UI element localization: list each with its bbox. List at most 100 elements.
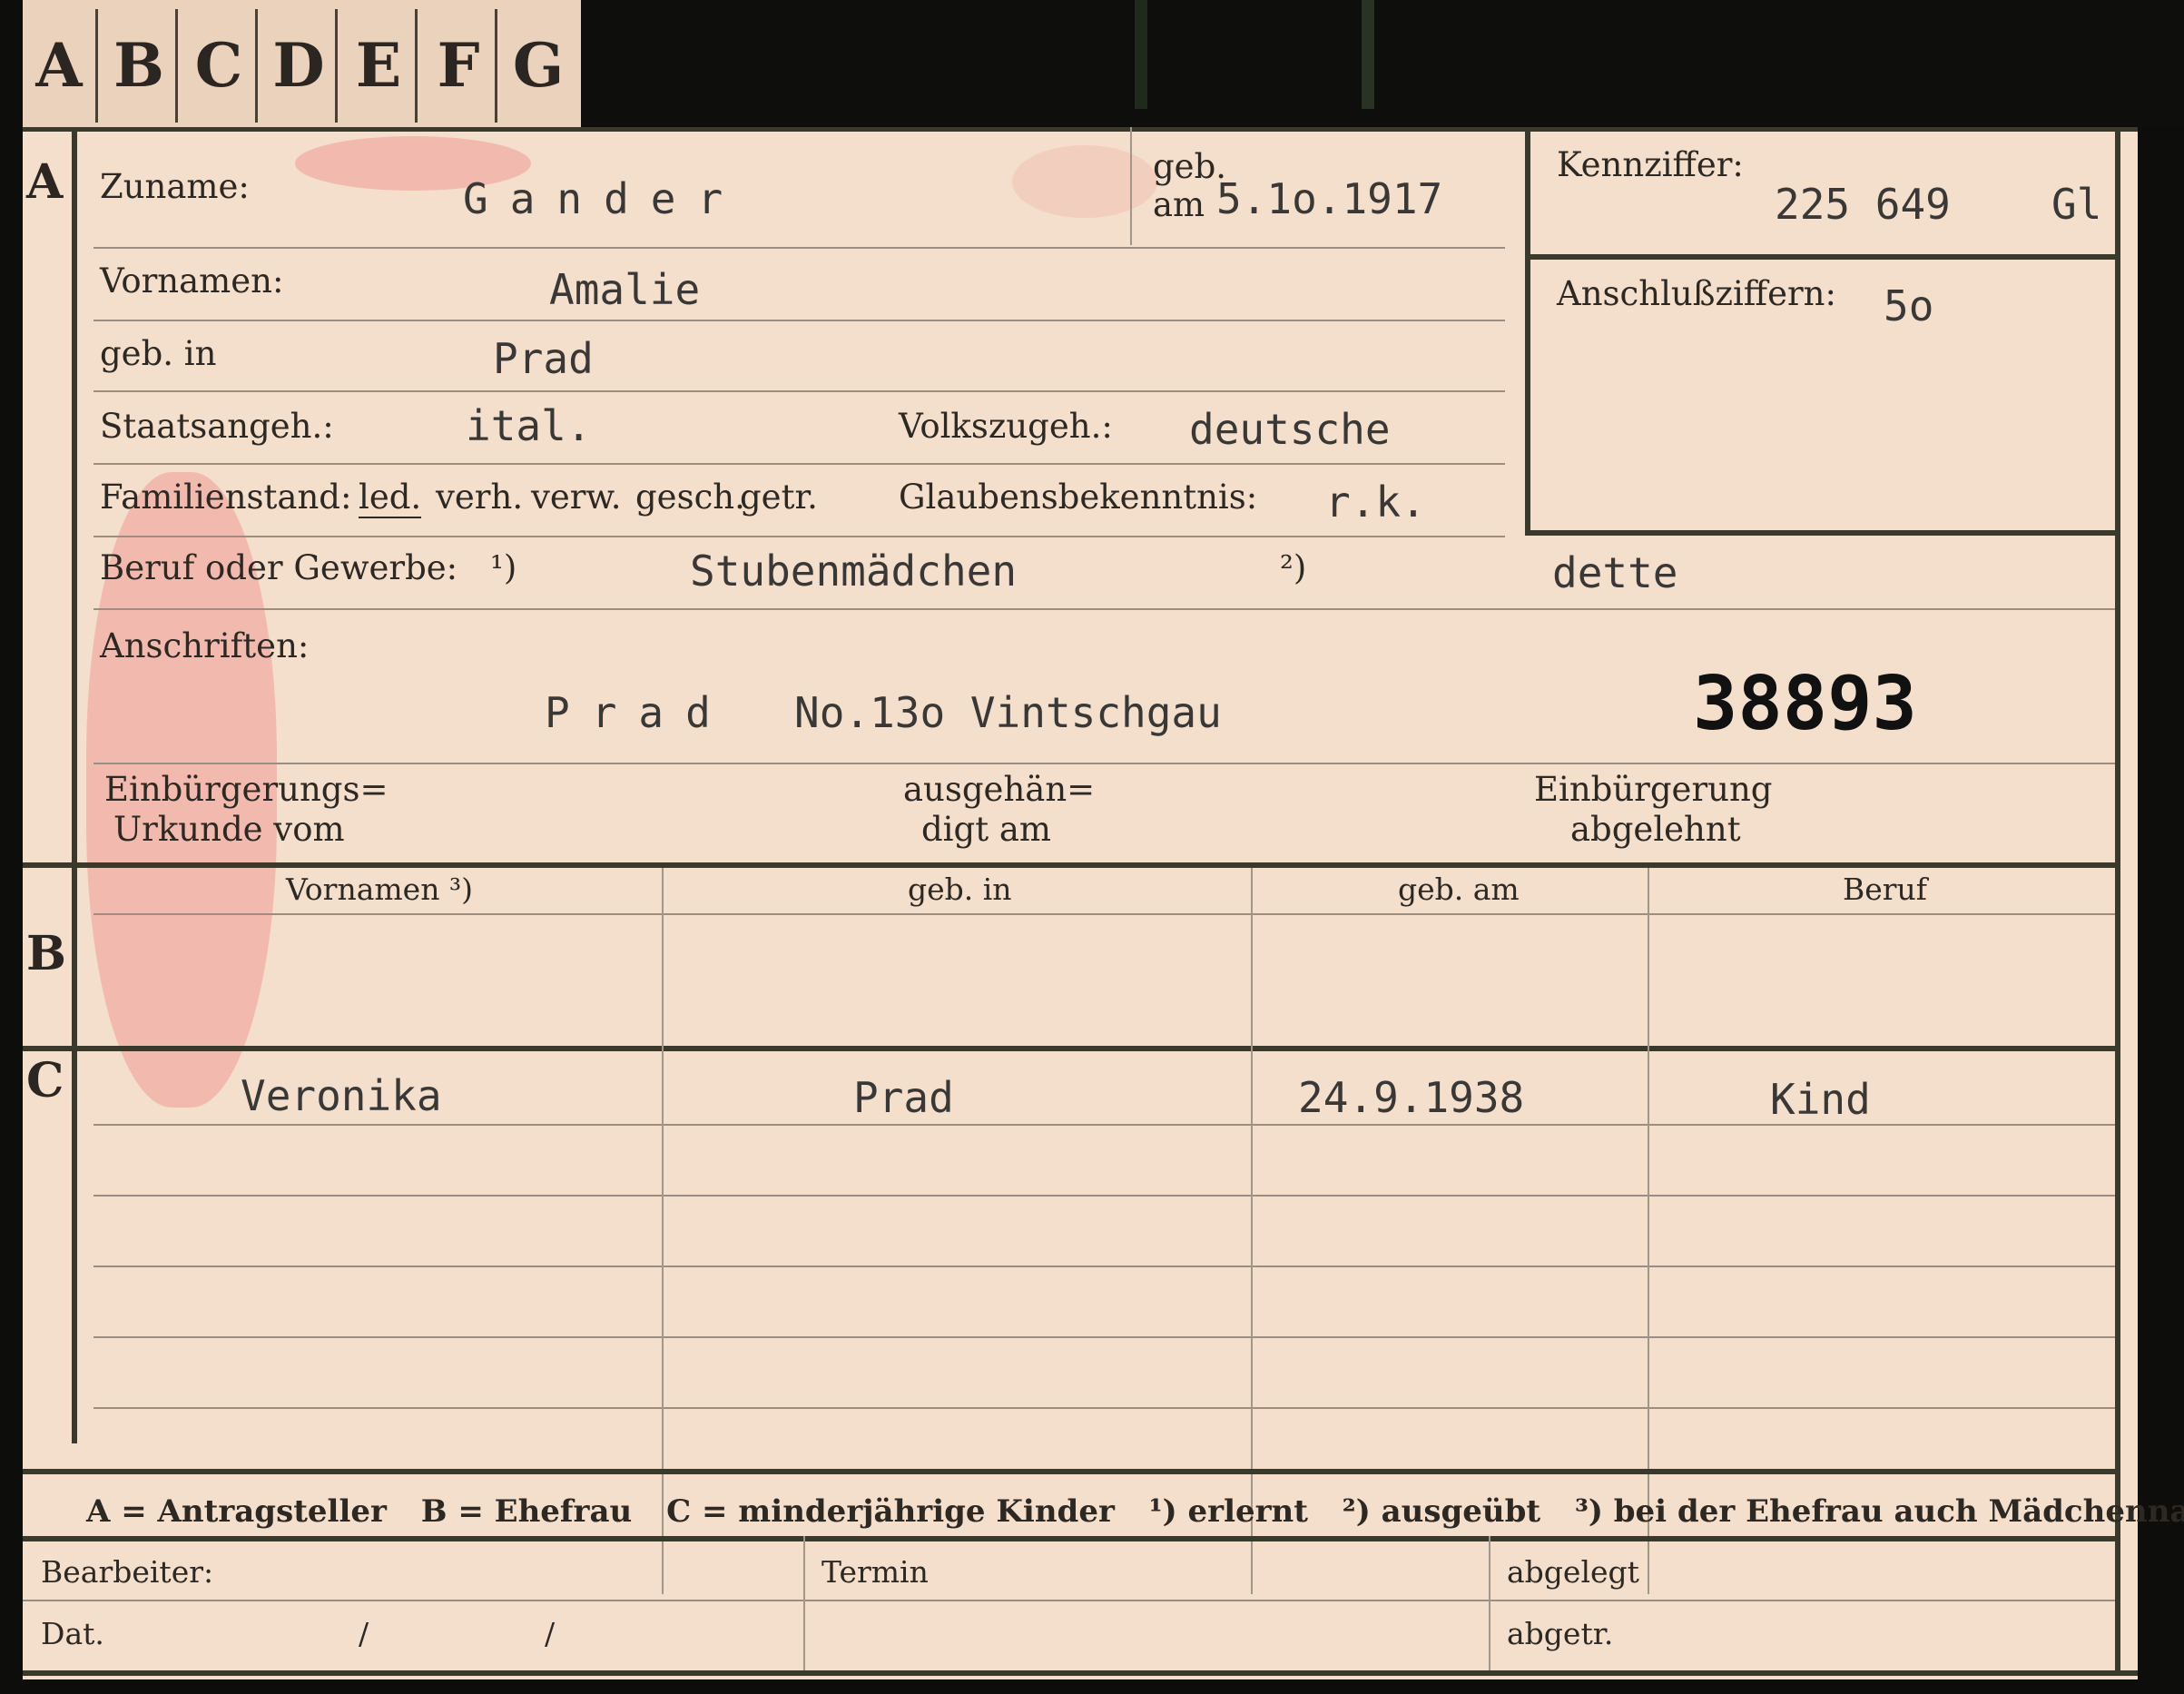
stain <box>1012 145 1157 218</box>
kennziffer-box-border <box>1525 127 1530 536</box>
ausgehaendigt-label-l1: ausgehän= <box>903 770 1096 809</box>
anschrift-ort: Prad <box>545 688 733 737</box>
rule <box>23 1600 2115 1601</box>
beruf-label: Beruf oder Gewerbe: <box>100 548 458 587</box>
child-gebin: Prad <box>853 1073 954 1122</box>
geb-label: geb. <box>1153 147 1227 186</box>
tab-e[interactable]: E <box>342 9 418 123</box>
child-beruf: Kind <box>1770 1075 1871 1124</box>
legend-item: ³) bei der Ehefrau auch Mädchenname <box>1574 1493 2184 1530</box>
legend-border <box>23 1536 2115 1541</box>
familienstand-option-verh: verh. <box>436 478 524 517</box>
background-stripe <box>1362 0 1374 109</box>
section-b-border <box>23 862 2115 868</box>
col-header-gebam: geb. am <box>1398 872 1520 907</box>
legend-item: B = Ehefrau <box>420 1493 633 1530</box>
col-divider <box>1648 868 1649 1594</box>
datum-separator: / <box>545 1616 556 1651</box>
abgetr-label: abgetr. <box>1507 1616 1614 1651</box>
stamp-number: 38893 <box>1693 661 1917 747</box>
familienstand-option-led: led. <box>359 478 422 518</box>
index-tabs: A B C D E F G <box>23 0 581 127</box>
kennziffer-box-divider <box>1525 254 2115 260</box>
rule <box>93 390 1505 392</box>
ausgehaendigt-label-l2: digt am <box>921 810 1051 849</box>
child-vornamen: Veronika <box>241 1071 442 1120</box>
section-b-letter: B <box>26 926 66 981</box>
legend: A = Antragsteller B = Ehefrau C = minder… <box>86 1493 2184 1530</box>
datum-separator: / <box>359 1616 369 1651</box>
legend-item: ²) ausgeübt <box>1342 1493 1541 1530</box>
familienstand-option-verw: verw. <box>531 478 622 517</box>
col-divider <box>1251 868 1253 1594</box>
section-c-border <box>23 1046 2115 1051</box>
tab-d[interactable]: D <box>262 9 338 123</box>
vornamen-label: Vornamen: <box>100 261 284 300</box>
vornamen-value: Amalie <box>549 265 701 314</box>
background-stripe <box>1135 0 1147 109</box>
rule <box>93 913 2115 915</box>
tab-g[interactable]: G <box>502 9 575 123</box>
rule <box>93 320 1505 321</box>
divider <box>1130 127 1132 245</box>
col-divider <box>662 868 664 1594</box>
col-header-vornamen: Vornamen ³) <box>286 872 474 907</box>
glauben-value: r.k. <box>1325 478 1426 527</box>
kennziffer-suffix: Gl <box>2051 180 2102 229</box>
legend-item: C = minderjährige Kinder <box>666 1493 1115 1530</box>
beruf-footnote-1: ¹) <box>490 548 517 587</box>
tab-c[interactable]: C <box>182 9 258 123</box>
staat-label: Staatsangeh.: <box>100 407 334 446</box>
glauben-label: Glaubensbekenntnis: <box>899 478 1258 517</box>
registration-card: A B C Kennziffer: 225 649 Gl Anschlußzif… <box>23 127 2138 1679</box>
kennziffer-value: 225 649 <box>1775 180 1951 229</box>
table-row-rule <box>93 1266 2115 1267</box>
frame-line <box>23 127 2138 132</box>
familienstand-option-getr: getr. <box>740 478 818 517</box>
tab-b[interactable]: B <box>103 9 178 123</box>
familienstand-label: Familienstand: <box>100 478 352 517</box>
einbuergerungsurkunde-label-l1: Einbürgerungs= <box>104 770 389 809</box>
col-header-gebin: geb. in <box>908 872 1012 907</box>
rule <box>93 463 1505 465</box>
abgelegt-label: abgelegt <box>1507 1554 1639 1590</box>
gebin-value: Prad <box>493 334 594 383</box>
zuname-value: Gander <box>463 174 745 223</box>
kennziffer-box-border <box>1525 530 2115 536</box>
anschriften-label: Anschriften: <box>100 626 310 665</box>
einbuergerung-abgelehnt-label-l2: abgelehnt <box>1570 810 1741 849</box>
frame-line <box>72 127 77 1443</box>
section-c-letter: C <box>26 1053 64 1108</box>
am-label: am <box>1153 185 1205 224</box>
table-row-rule <box>93 1124 2115 1126</box>
rule <box>93 608 2115 610</box>
table-row-rule <box>93 1407 2115 1409</box>
einbuergerungsurkunde-label-l2: Urkunde vom <box>113 810 345 849</box>
beruf-value-2: dette <box>1552 548 1678 597</box>
frame-line <box>23 1670 2138 1676</box>
table-row-rule <box>93 1336 2115 1338</box>
tab-a[interactable]: A <box>23 9 98 123</box>
anschluss-label: Anschlußziffern: <box>1557 274 1836 313</box>
table-row-rule <box>93 1195 2115 1197</box>
legend-border <box>23 1469 2115 1474</box>
beruf-value-1: Stubenmädchen <box>690 547 1018 596</box>
zuname-label: Zuname: <box>100 167 250 206</box>
einbuergerung-abgelehnt-label-l1: Einbürgerung <box>1534 770 1773 809</box>
rule <box>93 763 2115 764</box>
gebin-label: geb. in <box>100 334 217 373</box>
section-a-letter: A <box>26 154 64 210</box>
anschrift-street: No.13o Vintschgau <box>794 688 1222 737</box>
datum-label: Dat. <box>41 1616 104 1651</box>
legend-item: A = Antragsteller <box>86 1493 387 1530</box>
frame-line <box>2115 127 2120 1670</box>
tab-f[interactable]: F <box>422 9 497 123</box>
rule <box>93 247 1505 249</box>
anschluss-value: 5o <box>1884 281 1934 330</box>
rule <box>93 536 1505 537</box>
col-header-beruf: Beruf <box>1843 872 1928 907</box>
familienstand-option-gesch: gesch. <box>635 478 745 517</box>
child-gebam: 24.9.1938 <box>1298 1073 1525 1122</box>
beruf-footnote-2: ²) <box>1280 548 1307 587</box>
staat-value: ital. <box>466 401 592 450</box>
